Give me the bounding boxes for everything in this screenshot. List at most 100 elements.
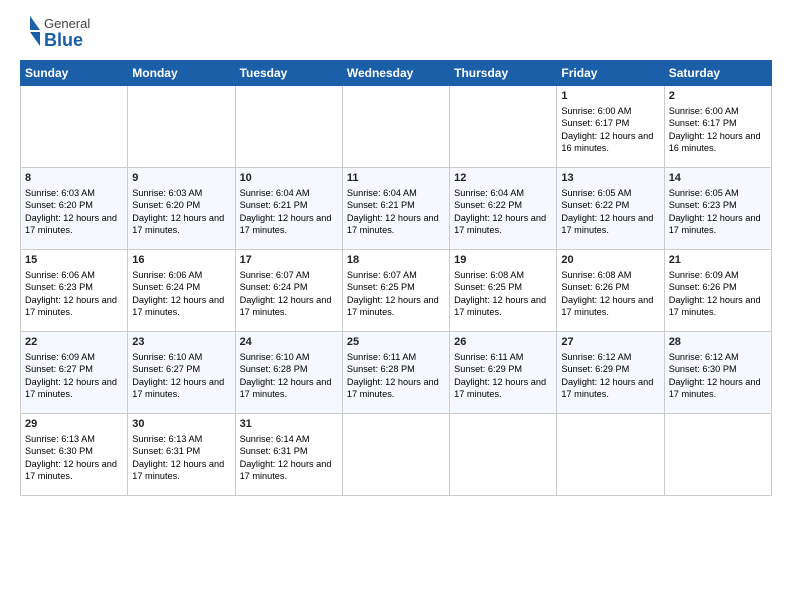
day-number: 1: [561, 89, 659, 104]
sunrise-text: Sunrise: 6:13 AM: [132, 434, 202, 444]
weekday-header-tuesday: Tuesday: [235, 61, 342, 86]
daylight-text: Daylight: 12 hours and 16 minutes.: [561, 131, 653, 153]
calendar-cell: 29 Sunrise: 6:13 AM Sunset: 6:30 PM Dayligh…: [21, 414, 128, 496]
calendar-cell: [450, 86, 557, 168]
sunset-text: Sunset: 6:23 PM: [669, 200, 737, 210]
sunset-text: Sunset: 6:31 PM: [240, 446, 308, 456]
sunrise-text: Sunrise: 6:08 AM: [454, 270, 524, 280]
weekday-header-saturday: Saturday: [664, 61, 771, 86]
header: General Blue: [20, 16, 772, 52]
logo: General Blue: [20, 16, 90, 52]
day-number: 19: [454, 253, 552, 268]
calendar-cell: 20Sunrise: 6:08 AMSunset: 6:26 PMDayligh…: [557, 250, 664, 332]
calendar-cell: 28Sunrise: 6:12 AMSunset: 6:30 PMDayligh…: [664, 332, 771, 414]
daylight-text: Daylight: 12 hours and 17 minutes.: [347, 295, 439, 317]
sunrise-text: Sunrise: 6:04 AM: [347, 188, 417, 198]
weekday-header-row: SundayMondayTuesdayWednesdayThursdayFrid…: [21, 61, 772, 86]
daylight-text: Daylight: 12 hours and 17 minutes.: [669, 213, 761, 235]
sunrise-text: Sunrise: 6:09 AM: [25, 352, 95, 362]
sunset-text: Sunset: 6:24 PM: [240, 282, 308, 292]
calendar-cell: 30Sunrise: 6:13 AMSunset: 6:31 PMDayligh…: [128, 414, 235, 496]
daylight-text: Daylight: 12 hours and 17 minutes.: [454, 213, 546, 235]
calendar-cell: [235, 86, 342, 168]
daylight-text: Daylight: 12 hours and 17 minutes.: [669, 377, 761, 399]
day-number: 17: [240, 253, 338, 268]
sunset-text: Sunset: 6:20 PM: [132, 200, 200, 210]
calendar-page: General Blue SundayMondayTuesdayWednesda…: [0, 0, 792, 612]
sunrise-text: Sunrise: 6:12 AM: [561, 352, 631, 362]
daylight-text: Daylight: 12 hours and 17 minutes.: [561, 213, 653, 235]
sunrise-text: Sunrise: 6:00 AM: [669, 106, 739, 116]
daylight-text: Daylight: 12 hours and 17 minutes.: [561, 377, 653, 399]
daylight-text: Daylight: 12 hours and 17 minutes.: [25, 459, 117, 481]
daylight-text: Daylight: 12 hours and 17 minutes.: [454, 377, 546, 399]
day-number: 14: [669, 171, 767, 186]
day-number: 28: [669, 335, 767, 350]
sunrise-text: Sunrise: 6:08 AM: [561, 270, 631, 280]
daylight-text: Daylight: 12 hours and 17 minutes.: [669, 295, 761, 317]
weekday-header-sunday: Sunday: [21, 61, 128, 86]
logo-text: General Blue: [44, 17, 90, 51]
calendar-cell: [664, 414, 771, 496]
sunrise-text: Sunrise: 6:03 AM: [132, 188, 202, 198]
day-number: 12: [454, 171, 552, 186]
day-number: 20: [561, 253, 659, 268]
sunrise-text: Sunrise: 6:06 AM: [25, 270, 95, 280]
logo-container: General Blue: [20, 16, 90, 52]
calendar-cell: 23Sunrise: 6:10 AMSunset: 6:27 PMDayligh…: [128, 332, 235, 414]
calendar-cell: 12Sunrise: 6:04 AMSunset: 6:22 PMDayligh…: [450, 168, 557, 250]
logo-bird-icon: [20, 16, 40, 52]
sunset-text: Sunset: 6:30 PM: [25, 446, 93, 456]
calendar-cell: 1Sunrise: 6:00 AMSunset: 6:17 PMDaylight…: [557, 86, 664, 168]
calendar-week-1: 1 Sunrise: 6:00 AM Sunset: 6:17 PM Daylight…: [21, 86, 772, 168]
sunrise-text: Sunrise: 6:14 AM: [240, 434, 310, 444]
sunrise-text: Sunrise: 6:05 AM: [669, 188, 739, 198]
calendar-cell: 16Sunrise: 6:06 AMSunset: 6:24 PMDayligh…: [128, 250, 235, 332]
daylight-text: Daylight: 12 hours and 17 minutes.: [347, 213, 439, 235]
daylight-text: Daylight: 12 hours and 17 minutes.: [454, 295, 546, 317]
sunrise-text: Sunrise: 6:10 AM: [240, 352, 310, 362]
daylight-text: Daylight: 12 hours and 17 minutes.: [347, 377, 439, 399]
day-number: 15: [25, 253, 123, 268]
calendar-cell: 26Sunrise: 6:11 AMSunset: 6:29 PMDayligh…: [450, 332, 557, 414]
calendar-cell: 22Sunrise: 6:09 AMSunset: 6:27 PMDayligh…: [21, 332, 128, 414]
sunrise-text: Sunrise: 6:11 AM: [454, 352, 523, 362]
sunset-text: Sunset: 6:28 PM: [347, 364, 415, 374]
sunrise-text: Sunrise: 6:09 AM: [669, 270, 739, 280]
calendar-cell: 8Sunrise: 6:03 AMSunset: 6:20 PMDaylight…: [21, 168, 128, 250]
day-number: 9: [132, 171, 230, 186]
calendar-week-2: 8Sunrise: 6:03 AMSunset: 6:20 PMDaylight…: [21, 168, 772, 250]
day-number: 25: [347, 335, 445, 350]
sunset-text: Sunset: 6:24 PM: [132, 282, 200, 292]
daylight-text: Daylight: 12 hours and 17 minutes.: [132, 295, 224, 317]
sunrise-text: Sunrise: 6:13 AM: [25, 434, 95, 444]
sunset-text: Sunset: 6:26 PM: [561, 282, 629, 292]
calendar-week-3: 15Sunrise: 6:06 AMSunset: 6:23 PMDayligh…: [21, 250, 772, 332]
calendar-cell: 18Sunrise: 6:07 AMSunset: 6:25 PMDayligh…: [342, 250, 449, 332]
day-number: 29: [25, 417, 123, 432]
calendar-cell: 31 Sunrise: 6:14 AM Sunset: 6:31 PM Dayligh…: [235, 414, 342, 496]
daylight-text: Daylight: 12 hours and 17 minutes.: [240, 459, 332, 481]
day-number: 10: [240, 171, 338, 186]
calendar-week-5: 29 Sunrise: 6:13 AM Sunset: 6:30 PM Dayligh…: [21, 414, 772, 496]
sunrise-text: Sunrise: 6:07 AM: [347, 270, 417, 280]
sunset-text: Sunset: 6:17 PM: [669, 118, 737, 128]
daylight-text: Daylight: 12 hours and 17 minutes.: [25, 295, 117, 317]
day-number: 31: [240, 417, 338, 432]
calendar-table: SundayMondayTuesdayWednesdayThursdayFrid…: [20, 60, 772, 496]
calendar-week-4: 22Sunrise: 6:09 AMSunset: 6:27 PMDayligh…: [21, 332, 772, 414]
day-number: 21: [669, 253, 767, 268]
sunrise-text: Sunrise: 6:04 AM: [240, 188, 310, 198]
day-number: 27: [561, 335, 659, 350]
calendar-cell: 2Sunrise: 6:00 AMSunset: 6:17 PMDaylight…: [664, 86, 771, 168]
day-number: 23: [132, 335, 230, 350]
sunset-text: Sunset: 6:21 PM: [347, 200, 415, 210]
daylight-text: Daylight: 12 hours and 17 minutes.: [132, 213, 224, 235]
calendar-cell: [342, 86, 449, 168]
sunrise-text: Sunrise: 6:05 AM: [561, 188, 631, 198]
calendar-cell: 13Sunrise: 6:05 AMSunset: 6:22 PMDayligh…: [557, 168, 664, 250]
daylight-text: Daylight: 12 hours and 17 minutes.: [240, 295, 332, 317]
daylight-text: Daylight: 12 hours and 17 minutes.: [132, 377, 224, 399]
calendar-cell: [342, 414, 449, 496]
calendar-cell: 15Sunrise: 6:06 AMSunset: 6:23 PMDayligh…: [21, 250, 128, 332]
